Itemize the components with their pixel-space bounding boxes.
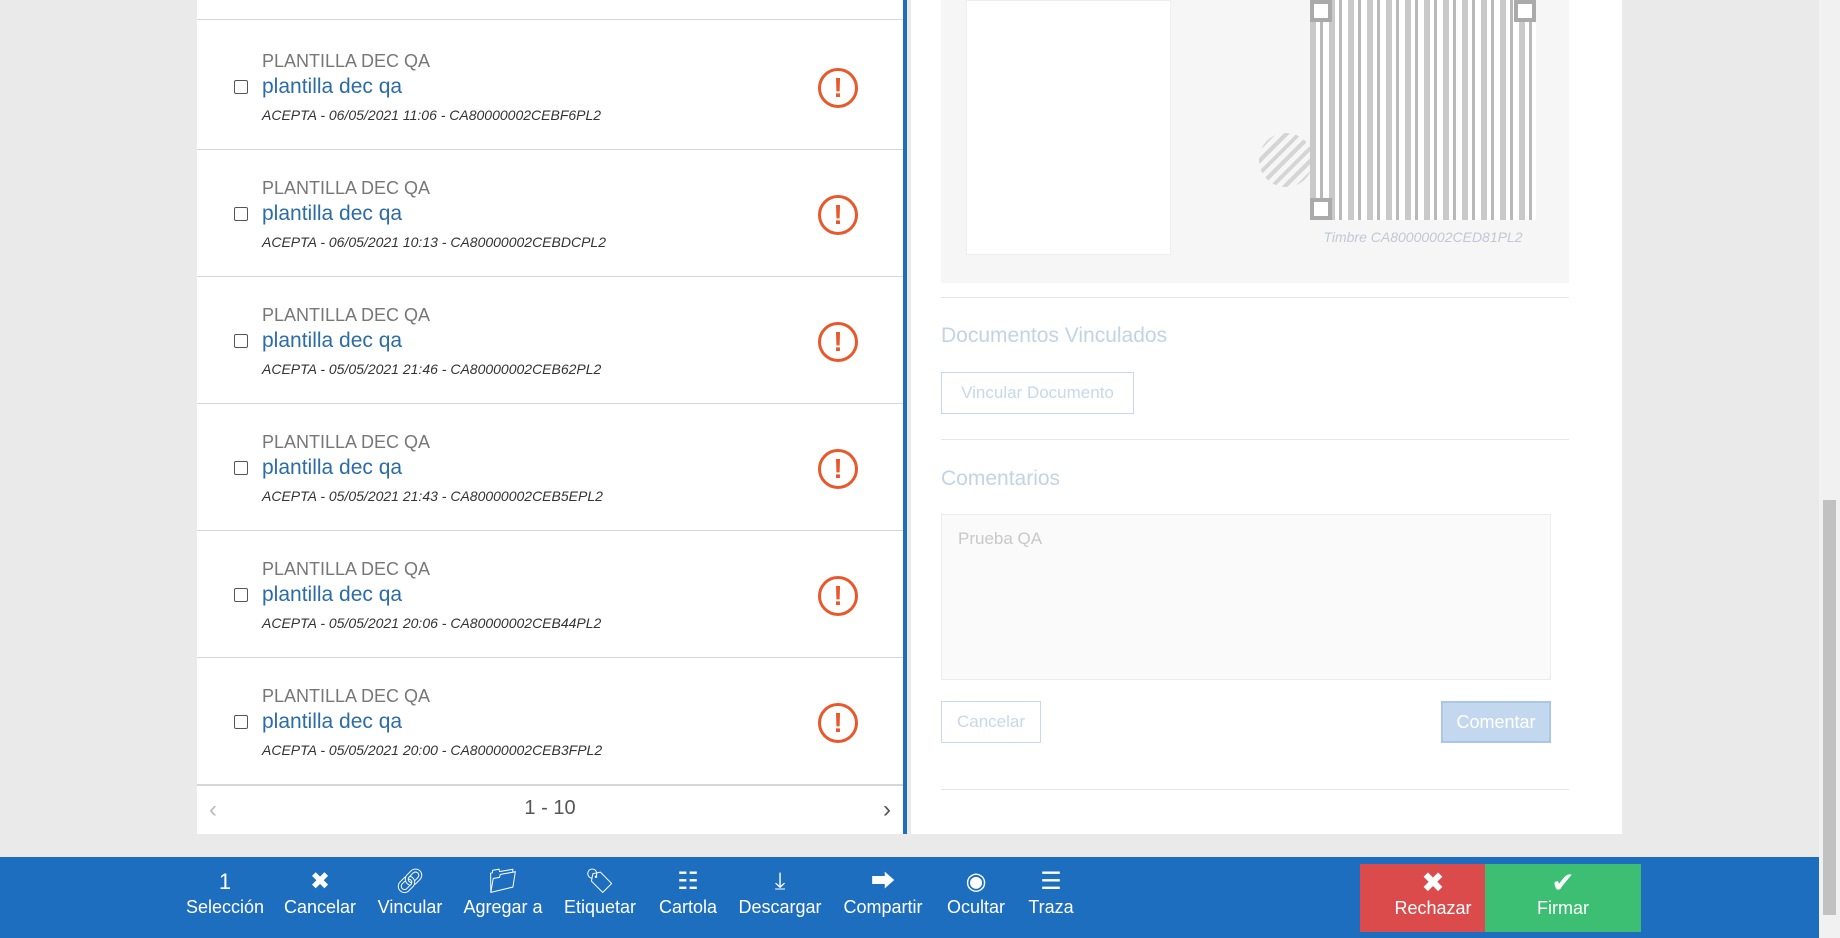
download-label: Descargar (738, 897, 822, 917)
add-to-button[interactable]: 📁︎ Agregar a (462, 867, 544, 929)
tag-icon: 🏷︎ (584, 868, 616, 895)
item-meta: ACEPTA - 05/05/2021 21:43 - CA80000002CE… (262, 488, 603, 504)
item-meta: ACEPTA - 05/05/2021 20:00 - CA80000002CE… (262, 742, 603, 758)
close-icon: ✖ (309, 868, 331, 895)
list-item[interactable]: PLANTILLA DEC QA plantilla dec qa ACEPTA… (197, 23, 903, 150)
cancel-comment-button[interactable]: Cancelar (941, 701, 1041, 743)
divider (941, 297, 1569, 298)
download-icon: ⤓ (774, 868, 786, 895)
item-type: PLANTILLA DEC QA (262, 559, 431, 579)
list-item[interactable]: PLANTILLA DEC QA plantilla dec qa ACEPTA… (197, 277, 903, 404)
item-meta: ACEPTA - 06/05/2021 10:13 - CA80000002CE… (262, 234, 606, 250)
selection-count-value: 1 (218, 869, 232, 894)
list-alt-icon: ☷ (677, 868, 699, 895)
item-meta: ACEPTA - 06/05/2021 11:06 - CA80000002CE… (262, 107, 602, 123)
check-icon: ✔ (1551, 867, 1575, 898)
list-item[interactable]: PLANTILLA DEC QA plantilla dec qa ACEPTA… (197, 150, 903, 277)
item-checkbox[interactable] (234, 334, 248, 348)
document-preview: Timbre CA80000002CED81PL2 (941, 0, 1569, 283)
item-name-link[interactable]: plantilla dec qa (262, 583, 402, 607)
download-button[interactable]: ⤓ Descargar (738, 867, 822, 929)
item-type: PLANTILLA DEC QA (262, 432, 431, 452)
exclamation-circle-icon: ! (818, 68, 858, 108)
list-item[interactable] (197, 0, 903, 20)
tag-label: Etiquetar (563, 897, 637, 917)
list-item[interactable]: PLANTILLA DEC QA plantilla dec qa ACEPTA… (197, 404, 903, 531)
page-scrollbar[interactable] (1819, 0, 1840, 938)
hide-label: Ocultar (946, 897, 1006, 917)
cartola-button[interactable]: ☷ Cartola (656, 867, 720, 929)
share-icon: ⮕ (871, 868, 895, 895)
seal-graphic (1259, 133, 1313, 187)
add-to-label: Agregar a (463, 897, 543, 917)
page-range: 1 - 10 (524, 797, 576, 819)
chevron-right-icon[interactable]: › (883, 796, 891, 824)
link-button[interactable]: 🔗︎ Vincular (375, 867, 445, 929)
item-name-link[interactable]: plantilla dec qa (262, 456, 402, 480)
item-checkbox[interactable] (234, 715, 248, 729)
list-item[interactable]: PLANTILLA DEC QA plantilla dec qa ACEPTA… (197, 531, 903, 658)
comment-textarea[interactable]: Prueba QA (941, 514, 1551, 680)
link-icon: 🔗︎ (394, 868, 426, 895)
action-toolbar: 1 Selección ✖ Cancelar 🔗︎ Vincular 📁︎ Ag… (0, 857, 1819, 938)
item-type: PLANTILLA DEC QA (262, 178, 431, 198)
sign-button[interactable]: ✔ Firmar (1485, 864, 1641, 932)
exclamation-circle-icon: ! (818, 195, 858, 235)
cancel-button[interactable]: ✖ Cancelar (283, 867, 357, 929)
item-name-link[interactable]: plantilla dec qa (262, 329, 402, 353)
selection-count: 1 Selección (185, 867, 265, 929)
share-label: Compartir (843, 897, 923, 917)
comments-title: Comentarios (941, 467, 1061, 490)
exclamation-circle-icon: ! (818, 322, 858, 362)
item-meta: ACEPTA - 05/05/2021 20:06 - CA80000002CE… (262, 615, 602, 631)
trace-button[interactable]: ☰ Traza (1026, 867, 1076, 929)
list-icon: ☰ (1040, 868, 1062, 895)
item-checkbox[interactable] (234, 80, 248, 94)
pagination: ‹ 1 - 10 › (197, 785, 903, 834)
eye-slash-icon: ◉ (965, 868, 987, 895)
exclamation-circle-icon: ! (818, 576, 858, 616)
cartola-label: Cartola (658, 897, 718, 917)
divider (941, 439, 1569, 440)
link-label: Vincular (377, 897, 443, 917)
tag-button[interactable]: 🏷︎ Etiquetar (562, 867, 638, 929)
linked-docs-title: Documentos Vinculados (941, 324, 1168, 347)
link-document-button[interactable]: Vincular Documento (941, 372, 1134, 414)
qr-code (1310, 0, 1536, 220)
sign-label: Firmar (1537, 898, 1589, 918)
document-list-panel: PLANTILLA DEC QA plantilla dec qa ACEPTA… (197, 0, 907, 834)
scrollbar-thumb[interactable] (1823, 500, 1836, 915)
item-meta: ACEPTA - 05/05/2021 21:46 - CA80000002CE… (262, 361, 602, 377)
exclamation-circle-icon: ! (818, 703, 858, 743)
trace-label: Traza (1028, 897, 1074, 917)
selection-label: Selección (185, 897, 265, 917)
item-type: PLANTILLA DEC QA (262, 305, 431, 325)
item-checkbox[interactable] (234, 588, 248, 602)
item-name-link[interactable]: plantilla dec qa (262, 202, 402, 226)
list-item[interactable]: PLANTILLA DEC QA plantilla dec qa ACEPTA… (197, 658, 903, 785)
item-name-link[interactable]: plantilla dec qa (262, 710, 402, 734)
item-type: PLANTILLA DEC QA (262, 51, 431, 71)
submit-comment-button[interactable]: Comentar (1441, 701, 1551, 743)
share-button[interactable]: ⮕ Compartir (840, 867, 926, 929)
exclamation-circle-icon: ! (818, 449, 858, 489)
document-detail-panel: Timbre CA80000002CED81PL2 Documentos Vin… (911, 0, 1622, 834)
preview-page (966, 0, 1171, 255)
item-checkbox[interactable] (234, 207, 248, 221)
cancel-label: Cancelar (283, 897, 357, 917)
item-name-link[interactable]: plantilla dec qa (262, 75, 402, 99)
folder-icon: 📁︎ (487, 868, 519, 895)
item-checkbox[interactable] (234, 461, 248, 475)
hide-button[interactable]: ◉ Ocultar (944, 867, 1008, 929)
timbre-label: Timbre CA80000002CED81PL2 (1323, 229, 1523, 245)
divider (941, 789, 1569, 790)
item-type: PLANTILLA DEC QA (262, 686, 431, 706)
